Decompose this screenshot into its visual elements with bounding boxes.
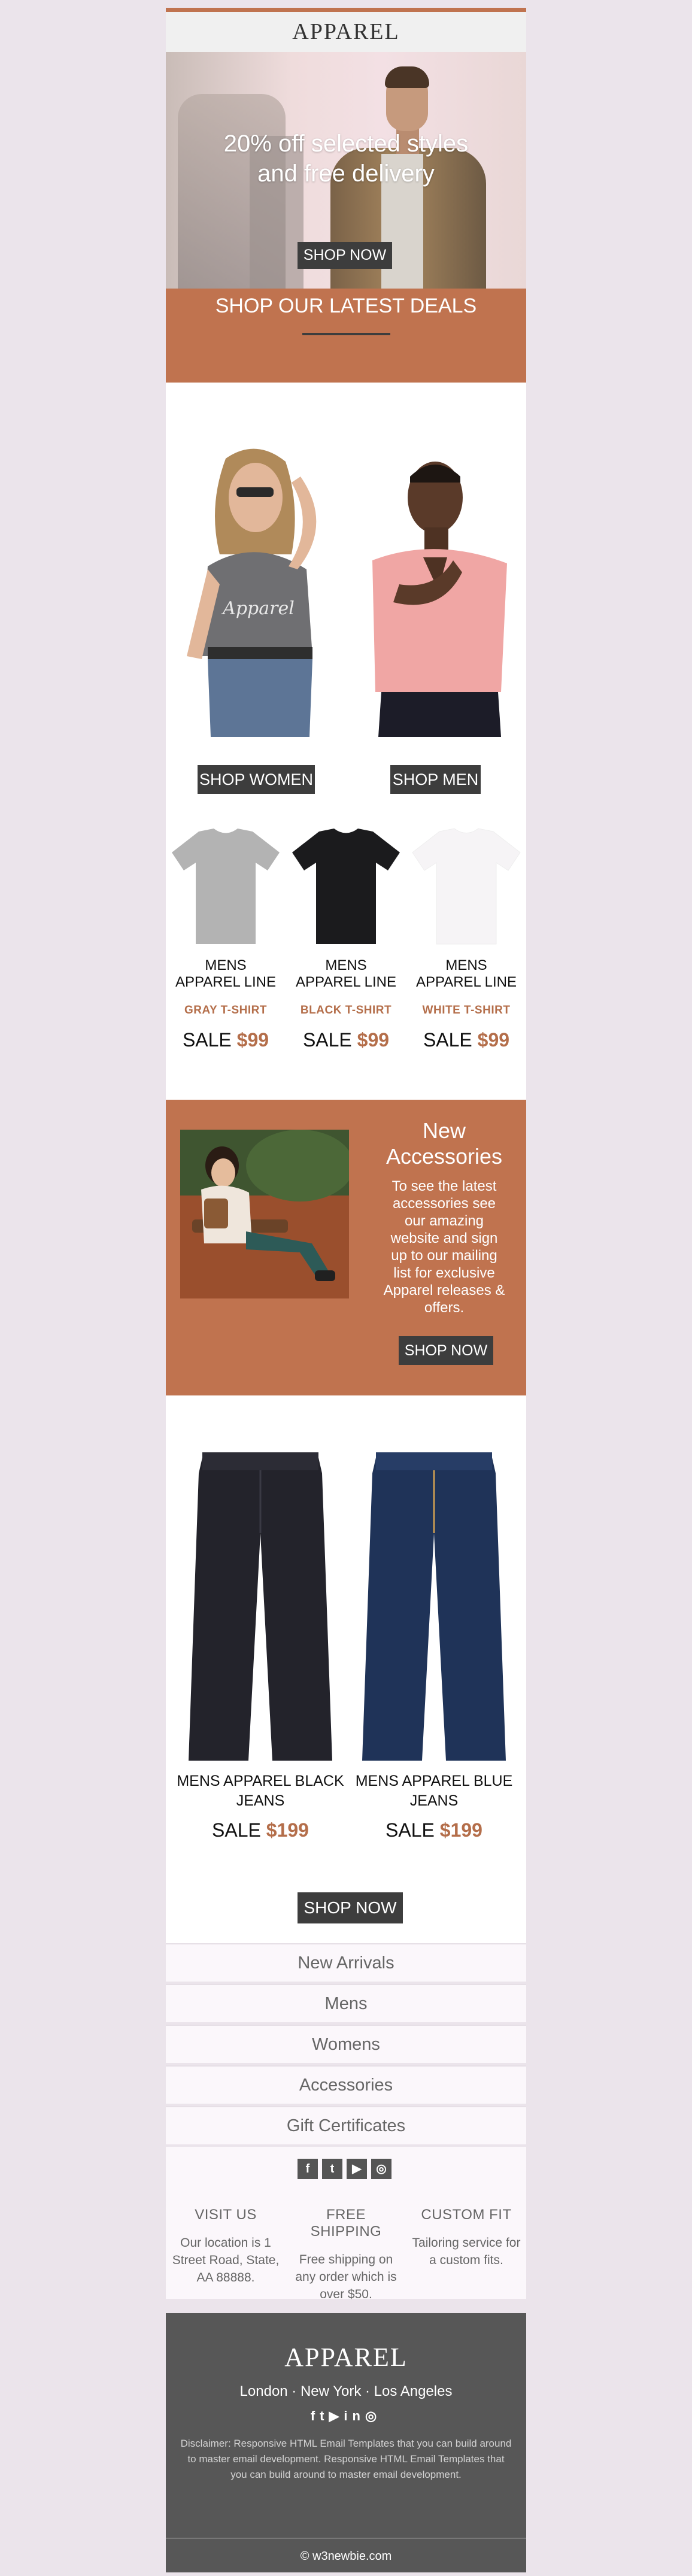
hero-banner: 20% off selected styles and free deliver… [166,52,526,289]
product-color-label[interactable]: WHITE T-SHIRT [406,1004,526,1017]
product-name: MENS APPAREL BLACK JEANS [177,1773,344,1809]
product-blue-jeans[interactable]: MENS APPAREL BLUE JEANS SALE $199 [347,1449,521,1841]
free-shipping-title: FREE SHIPPING [310,2207,382,2240]
product-name-line1: MENS [205,957,247,973]
product-price: SALE $99 [406,1029,526,1051]
price-value: $99 [357,1029,390,1051]
nav-mens[interactable]: Mens [166,1984,526,2022]
footer: APPAREL London · New York · Los Angeles … [166,2313,526,2572]
footer-copyright[interactable]: © w3newbie.com [166,2538,526,2563]
blue-jeans-image[interactable] [347,1449,521,1764]
custom-fit-text: Tailoring service for a custom fits. [412,2236,521,2267]
product-name-line2: APPAREL LINE [415,974,517,990]
twitter-icon[interactable]: t [320,2408,329,2423]
youtube-icon[interactable]: ▶ [329,2408,344,2423]
footer-brand-logo[interactable]: APPAREL [166,2313,526,2372]
product-black-jeans[interactable]: MENS APPAREL BLACK JEANS SALE $199 [174,1449,347,1841]
gray-tshirt-image[interactable] [166,826,286,945]
accessories-image[interactable] [180,1130,349,1298]
price-value: $99 [477,1029,510,1051]
linkedin-icon[interactable]: in [344,2408,365,2423]
deals-divider [302,333,390,335]
nav-womens[interactable]: Womens [166,2025,526,2063]
product-price: SALE $199 [347,1819,521,1841]
youtube-icon[interactable]: ▶ [347,2159,367,2179]
visit-us-title: VISIT US [195,2207,257,2223]
free-shipping-column: FREE SHIPPING Free shipping on any order… [290,2207,402,2303]
accessories-text: To see the latest accessories see our am… [383,1178,505,1316]
accessories-shop-now-button[interactable]: SHOP NOW [399,1336,493,1365]
facebook-icon[interactable]: f [298,2159,318,2179]
sale-label: SALE [302,1029,352,1051]
visit-us-column: VISIT US Our location is 1 Street Road, … [169,2207,282,2286]
email-container: APPAREL 20% off selected styles and free… [166,8,526,2572]
accessories-title: New Accessories [386,1118,503,1169]
black-jeans-image[interactable] [174,1449,347,1764]
price-value: $199 [439,1819,482,1841]
product-name: MENS APPAREL BLUE JEANS [355,1773,513,1809]
product-name-line1: MENS [325,957,367,973]
facebook-icon[interactable]: f [311,2408,320,2423]
sale-label: SALE [423,1029,472,1051]
brand-logo[interactable]: APPAREL [292,19,399,44]
nav-gift-certificates[interactable]: Gift Certificates [166,2106,526,2144]
deals-banner: SHOP OUR LATEST DEALS [166,289,526,383]
white-tshirt-image[interactable] [406,826,526,945]
tshirt-section: MENS APPAREL LINE GRAY T-SHIRT SALE $99 M… [166,826,526,1100]
custom-fit-column: CUSTOM FIT Tailoring service for a custo… [410,2207,523,2269]
jeans-section: MENS APPAREL BLACK JEANS SALE $199 MENS … [166,1395,526,1943]
product-white-tshirt[interactable]: MENS APPAREL LINE WHITE T-SHIRT SALE $99 [406,826,526,1051]
product-name-line1: MENS [445,957,487,973]
product-price: SALE $99 [166,1029,286,1051]
price-value: $199 [266,1819,309,1841]
product-black-tshirt[interactable]: MENS APPAREL LINE BLACK T-SHIRT SALE $99 [286,826,406,1051]
black-tshirt-image[interactable] [286,826,406,945]
price-value: $99 [236,1029,269,1051]
hero-model-hair [385,66,429,88]
hero-title-line2: and free delivery [257,160,435,187]
models-section: Apparel SHOP WOMEN SHOP MEN [166,383,526,826]
instagram-icon[interactable]: ◎ [371,2159,391,2179]
women-model-image[interactable]: Apparel [172,441,342,737]
svg-text:Apparel: Apparel [221,598,295,619]
product-price: SALE $199 [174,1819,347,1841]
hero-title: 20% off selected styles and free deliver… [166,129,526,189]
social-icons: f t ▶ ◎ [298,2159,396,2179]
visit-us-text: Our location is 1 Street Road, State, AA… [172,2236,280,2284]
sale-label: SALE [386,1819,435,1841]
footer-cities: London · New York · Los Angeles [239,2383,453,2399]
shop-women-button[interactable]: SHOP WOMEN [198,765,315,794]
men-model-image[interactable] [357,441,519,737]
hero-shop-now-button[interactable]: SHOP NOW [298,242,392,269]
product-color-label[interactable]: GRAY T-SHIRT [166,1004,286,1017]
info-section: f t ▶ ◎ VISIT US Our location is 1 Street R… [166,2147,526,2301]
sale-label: SALE [182,1029,232,1051]
product-name-line2: APPAREL LINE [175,974,277,990]
nav-new-arrivals[interactable]: New Arrivals [166,1943,526,1982]
instagram-icon[interactable]: ◎ [365,2408,381,2423]
free-shipping-text: Free shipping on any order which is over… [295,2253,397,2301]
product-color-label[interactable]: BLACK T-SHIRT [286,1004,406,1017]
jeans-shop-now-button[interactable]: SHOP NOW [298,1892,403,1923]
top-accent-bar [166,8,526,12]
footer-social-icons: ft▶in◎ [166,2408,526,2424]
custom-fit-title: CUSTOM FIT [421,2207,512,2223]
brand-header: APPAREL [166,12,526,52]
accessories-promo: New Accessories To see the latest access… [166,1100,526,1395]
footer-disclaimer: Disclaimer: Responsive HTML Email Templa… [180,2438,512,2480]
product-name: MENS APPAREL LINE [166,957,286,991]
nav-accessories[interactable]: Accessories [166,2065,526,2104]
hero-title-line1: 20% off selected styles [223,131,469,157]
twitter-icon[interactable]: t [322,2159,342,2179]
product-name-line2: APPAREL LINE [295,974,397,990]
shop-men-button[interactable]: SHOP MEN [390,765,481,794]
sale-label: SALE [212,1819,261,1841]
product-gray-tshirt[interactable]: MENS APPAREL LINE GRAY T-SHIRT SALE $99 [166,826,286,1051]
product-price: SALE $99 [286,1029,406,1051]
category-nav: New Arrivals Mens Womens Accessories Gif… [166,1943,526,2144]
product-name: MENS APPAREL LINE [286,957,406,991]
deals-title: SHOP OUR LATEST DEALS [215,295,477,317]
product-name: MENS APPAREL LINE [406,957,526,991]
